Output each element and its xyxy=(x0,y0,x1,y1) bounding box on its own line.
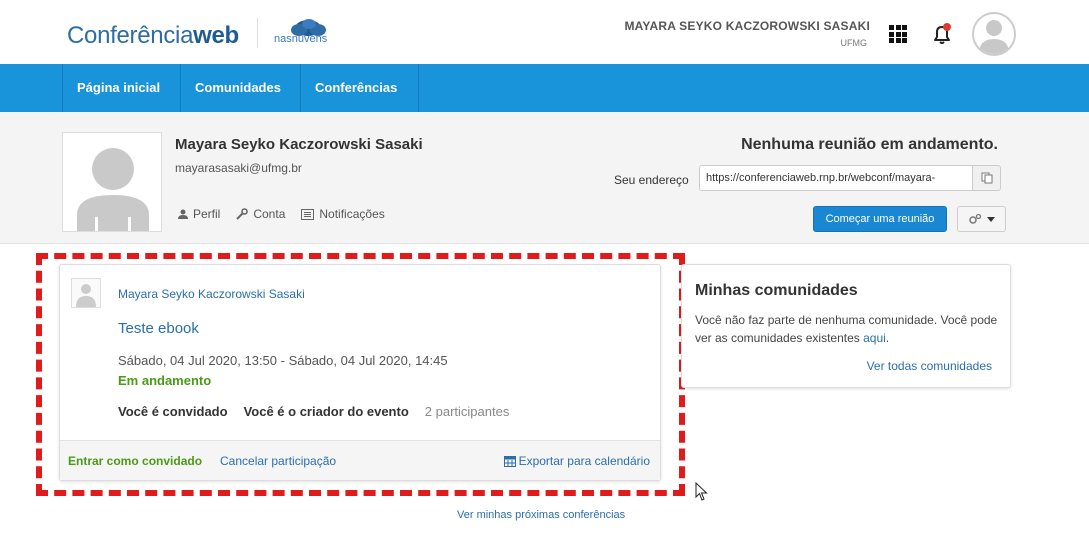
notifications-link-label: Notificações xyxy=(319,207,385,221)
top-header: Conferênciaweb nasnuvens MAYARA SEYKO KA… xyxy=(0,0,1089,64)
see-all-communities-link[interactable]: Ver todas comunidades xyxy=(867,359,992,373)
wrench-icon xyxy=(236,208,249,220)
bell-icon[interactable] xyxy=(930,22,954,46)
highlight-box xyxy=(36,253,685,496)
logo-divider xyxy=(257,18,258,48)
gears-icon xyxy=(969,213,982,224)
settings-dropdown-button[interactable] xyxy=(957,206,1006,232)
header-user-org: UFMG xyxy=(840,38,868,48)
communities-text: Você não faz parte de nenhuma comunidade… xyxy=(695,313,998,345)
nasnuvens-logo-text: nasnuvens xyxy=(274,33,328,45)
profile-link[interactable]: Perfil xyxy=(178,207,220,221)
meeting-status: Nenhuma reunião em andamento. xyxy=(741,136,998,153)
communities-description: Você não faz parte de nenhuma comunidade… xyxy=(695,313,998,345)
notifications-link[interactable]: Notificações xyxy=(301,207,385,221)
header-user-name[interactable]: MAYARA SEYKO KACZOROWSKI SASAKI xyxy=(624,19,870,33)
next-conferences-link[interactable]: Ver minhas próximas conferências xyxy=(457,509,625,521)
user-icon xyxy=(178,209,188,219)
communities-here-link[interactable]: aqui xyxy=(863,331,886,345)
avatar[interactable] xyxy=(972,12,1016,56)
address-field[interactable]: https://conferenciaweb.rnp.br/webconf/ma… xyxy=(699,165,973,191)
page: Conferênciaweb nasnuvens MAYARA SEYKO KA… xyxy=(0,0,1089,550)
account-link-label: Conta xyxy=(253,207,286,221)
user-avatar-icon xyxy=(979,20,1009,54)
communities-card: Minhas comunidades Você não faz parte de… xyxy=(681,264,1011,388)
address-label: Seu endereço xyxy=(614,173,689,187)
profile-photo xyxy=(62,132,162,232)
profile-email: mayarasasaki@ufmg.br xyxy=(175,161,302,175)
conferenciaweb-logo[interactable]: Conferênciaweb xyxy=(67,22,239,50)
main-navbar: Página inicial Comunidades Conferências xyxy=(0,64,1089,112)
nav-divider xyxy=(418,64,419,112)
account-link[interactable]: Conta xyxy=(236,207,285,221)
caret-down-icon xyxy=(987,216,995,222)
nav-item-communities[interactable]: Comunidades xyxy=(181,64,295,112)
list-icon xyxy=(301,208,315,220)
apps-grid-icon[interactable] xyxy=(889,25,907,43)
copy-button[interactable] xyxy=(972,165,1001,191)
profile-section: Mayara Seyko Kaczorowski Sasaki mayarasa… xyxy=(0,112,1089,244)
start-meeting-button[interactable]: Começar uma reunião xyxy=(813,206,947,232)
profile-name: Mayara Seyko Kaczorowski Sasaki xyxy=(175,136,423,153)
nav-item-conferences[interactable]: Conferências xyxy=(301,64,411,112)
nav-item-home[interactable]: Página inicial xyxy=(63,64,174,112)
profile-links: Perfil Conta Notificações xyxy=(178,207,385,221)
profile-link-label: Perfil xyxy=(193,207,221,221)
user-placeholder-icon xyxy=(77,148,149,231)
communities-title: Minhas comunidades xyxy=(695,282,858,299)
mouse-cursor-icon xyxy=(695,482,708,501)
copy-icon xyxy=(981,172,992,184)
